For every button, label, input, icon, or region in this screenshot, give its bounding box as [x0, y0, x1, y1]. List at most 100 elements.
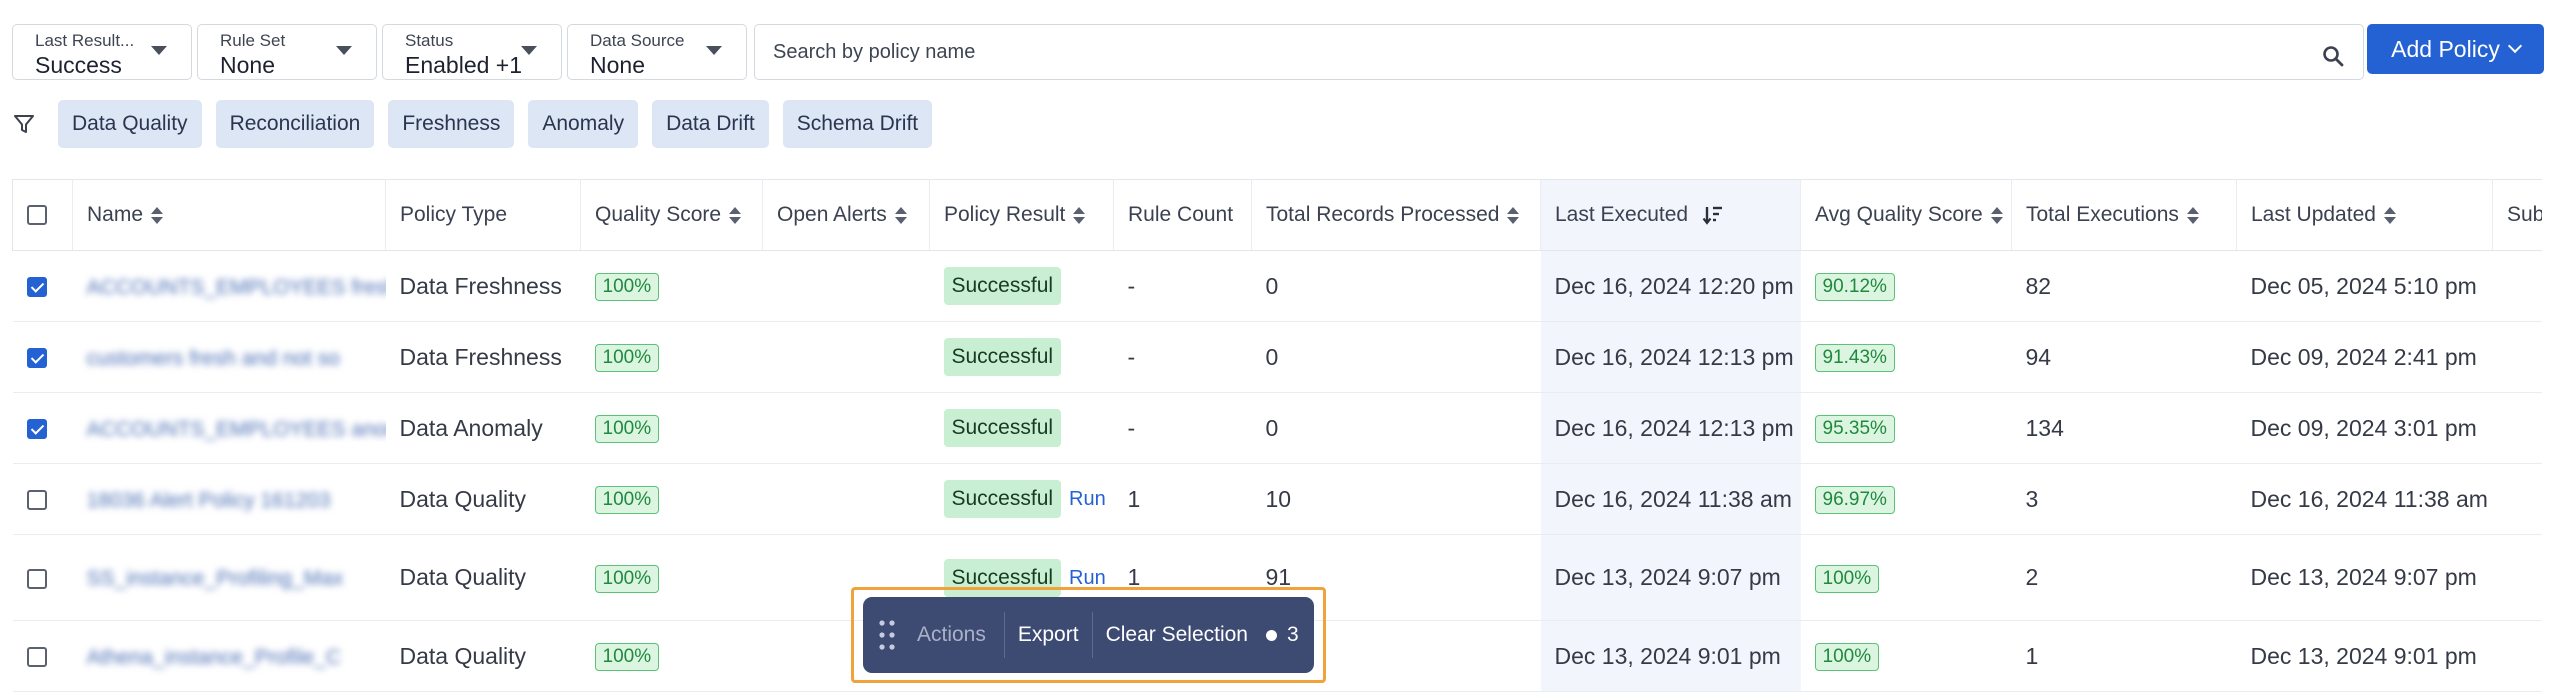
policy-name-link[interactable]: Athena_instance_Profile_C — [87, 646, 342, 670]
cell-last-updated: Dec 16, 2024 11:38 am — [2236, 463, 2493, 535]
column-label: Rule Count — [1128, 203, 1234, 226]
sort-icon[interactable] — [2383, 206, 2396, 225]
cell-last-updated: Dec 13, 2024 9:01 pm — [2236, 620, 2493, 692]
filter-value: None — [220, 52, 275, 78]
cell-name: customers fresh and not so — [72, 321, 386, 393]
cell-total-executions: 134 — [2011, 392, 2237, 464]
sort-icon[interactable] — [894, 206, 907, 225]
sort-icon[interactable] — [1073, 206, 1086, 225]
chip-data-drift[interactable]: Data Drift — [652, 100, 769, 148]
sort-icon[interactable] — [1990, 206, 2003, 225]
column-header-total-records[interactable]: Total Records Processed — [1251, 179, 1541, 251]
search-input[interactable] — [755, 25, 2363, 79]
clear-selection-button[interactable]: Clear Selection 3 — [1091, 612, 1312, 658]
chip-anomaly[interactable]: Anomaly — [528, 100, 639, 148]
column-label: Open Alerts — [777, 203, 887, 226]
chip-data-quality[interactable]: Data Quality — [58, 100, 202, 148]
column-header-last-executed[interactable]: Last Executed — [1540, 179, 1801, 251]
chevron-down-icon — [706, 46, 722, 55]
quality-score-badge: 100% — [594, 564, 660, 593]
cell-last-updated: Dec 09, 2024 3:01 pm — [2236, 392, 2493, 464]
table-row[interactable]: customers fresh and not so Data Freshnes… — [12, 321, 2542, 393]
row-checkbox[interactable] — [26, 419, 47, 440]
category-chips: Data Quality Reconciliation Freshness An… — [12, 99, 946, 149]
cell-total-executions: 94 — [2011, 321, 2237, 393]
filter-last-result[interactable]: Last Result... Success — [12, 24, 192, 80]
filter-data-source[interactable]: Data Source None — [567, 24, 747, 80]
avg-score-badge: 95.35% — [1814, 415, 1895, 443]
chip-freshness[interactable]: Freshness — [388, 100, 515, 148]
grip-icon[interactable] — [877, 618, 897, 652]
policy-result-badge: Successful — [943, 267, 1062, 305]
column-header-quality-score[interactable]: Quality Score — [580, 179, 763, 251]
select-all-checkbox[interactable] — [27, 205, 47, 226]
quality-score-badge: 100% — [594, 643, 660, 671]
cell-rule-count: - — [1113, 250, 1252, 322]
add-policy-button[interactable]: Add Policy — [2367, 24, 2544, 74]
cell-sub — [2492, 620, 2542, 692]
sort-icon[interactable] — [2186, 206, 2199, 225]
policy-name-link[interactable]: ACCOUNTS_EMPLOYEES fresh — [87, 276, 386, 300]
cell-quality-score: 100% — [580, 250, 763, 322]
sort-icon[interactable] — [1507, 206, 1520, 225]
quality-score-badge: 100% — [594, 486, 660, 514]
cell-quality-score: 100% — [580, 463, 763, 535]
cell-name: ACCOUNTS_EMPLOYEES anom — [72, 392, 386, 464]
avg-score-badge: 96.97% — [1814, 486, 1895, 514]
policy-name-link[interactable]: ACCOUNTS_EMPLOYEES anom — [87, 418, 386, 442]
filter-status[interactable]: Status Enabled +1 — [382, 24, 562, 80]
row-checkbox[interactable] — [26, 568, 47, 589]
column-label: Policy Type — [400, 203, 507, 226]
chip-reconciliation[interactable]: Reconciliation — [215, 100, 375, 148]
table-row[interactable]: 18036 Alert Policy 161203 Data Quality 1… — [12, 463, 2542, 535]
row-checkbox[interactable] — [26, 348, 47, 369]
column-header-open-alerts[interactable]: Open Alerts — [762, 179, 930, 251]
row-checkbox-cell — [12, 250, 73, 322]
cell-last-executed: Dec 16, 2024 12:13 pm — [1540, 321, 1801, 393]
run-link[interactable]: Run — [1069, 567, 1106, 589]
policy-result-badge: Successful — [943, 409, 1062, 447]
select-all-cell — [12, 179, 73, 251]
table-row[interactable]: ACCOUNTS_EMPLOYEES anom Data Anomaly 100… — [12, 392, 2542, 464]
policy-name-link[interactable]: SS_instance_Profiling_Max — [87, 567, 344, 591]
cell-name: ACCOUNTS_EMPLOYEES fresh — [72, 250, 386, 322]
filter-rule-set[interactable]: Rule Set None — [197, 24, 377, 80]
column-header-last-updated[interactable]: Last Updated — [2236, 179, 2493, 251]
cell-policy-result: Successful — [929, 392, 1114, 464]
table-row[interactable]: ACCOUNTS_EMPLOYEES fresh Data Freshness … — [12, 250, 2542, 322]
cell-avg-quality-score: 100% — [1800, 620, 2012, 692]
column-label: Last Executed — [1555, 203, 1689, 226]
row-checkbox[interactable] — [26, 647, 47, 668]
cell-policy-result: Successful — [929, 250, 1114, 322]
sort-icon[interactable] — [729, 206, 742, 225]
filter-label: Rule Set — [220, 31, 286, 50]
export-button[interactable]: Export — [1003, 612, 1092, 658]
policy-name-link[interactable]: 18036 Alert Policy 161203 — [87, 489, 331, 513]
funnel-icon[interactable] — [12, 112, 36, 136]
cell-sub — [2492, 534, 2542, 621]
filter-label: Last Result... — [35, 31, 135, 50]
column-header-avg-quality-score[interactable]: Avg Quality Score — [1800, 179, 2012, 251]
cell-total-records: 0 — [1251, 392, 1541, 464]
column-header-name[interactable]: Name — [72, 179, 386, 251]
sort-desc-icon[interactable] — [1702, 204, 1724, 226]
cell-policy-type: Data Freshness — [385, 250, 581, 322]
run-link[interactable]: Run — [1069, 488, 1106, 510]
add-policy-label: Add Policy — [2391, 35, 2500, 62]
policy-name-link[interactable]: customers fresh and not so — [87, 347, 340, 371]
chip-schema-drift[interactable]: Schema Drift — [782, 100, 933, 148]
avg-score-badge: 91.43% — [1814, 344, 1895, 372]
sort-icon[interactable] — [151, 206, 164, 225]
row-checkbox[interactable] — [26, 490, 47, 511]
column-header-policy-result[interactable]: Policy Result — [929, 179, 1114, 251]
row-checkbox-cell — [12, 392, 73, 464]
cell-policy-result: Successful — [929, 321, 1114, 393]
search-icon[interactable] — [2321, 44, 2345, 68]
cell-avg-quality-score: 91.43% — [1800, 321, 2012, 393]
column-header-total-executions[interactable]: Total Executions — [2011, 179, 2237, 251]
cell-last-executed: Dec 16, 2024 11:38 am — [1540, 463, 1801, 535]
row-checkbox[interactable] — [26, 277, 47, 298]
actions-menu[interactable]: Actions — [917, 612, 1004, 658]
cell-policy-type: Data Freshness — [385, 321, 581, 393]
clear-selection-label: Clear Selection — [1105, 623, 1248, 646]
